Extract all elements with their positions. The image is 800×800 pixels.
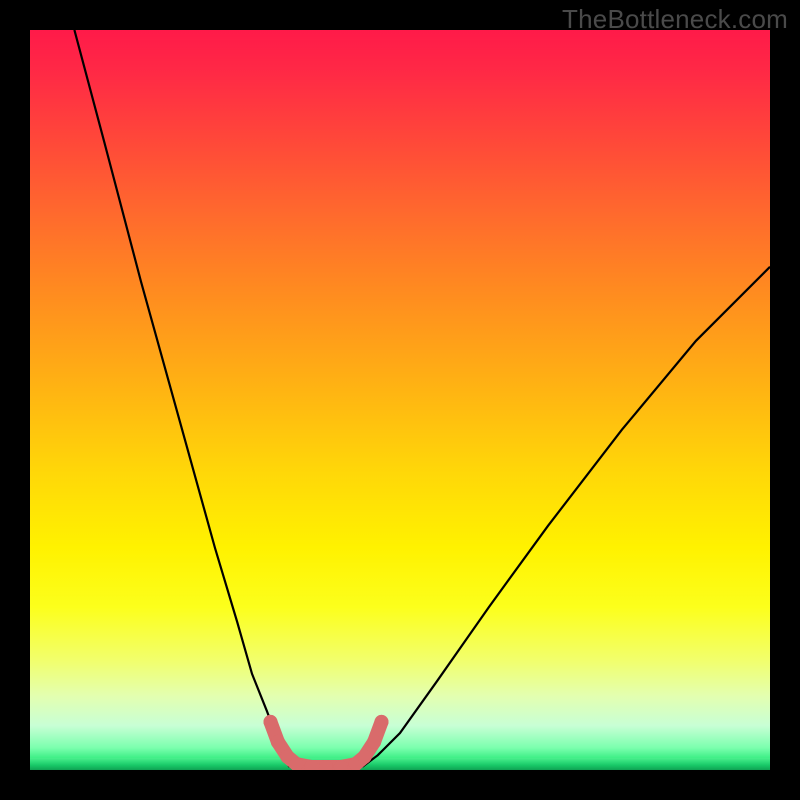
curve-layer bbox=[30, 30, 770, 770]
chart-frame: TheBottleneck.com bbox=[0, 0, 800, 800]
plot-area bbox=[30, 30, 770, 770]
bottleneck-curve bbox=[74, 30, 770, 769]
marker-dot bbox=[358, 750, 372, 764]
marker-dot bbox=[375, 715, 389, 729]
marker-dot bbox=[367, 735, 381, 749]
marker-dot bbox=[264, 715, 278, 729]
marker-dot bbox=[271, 735, 285, 749]
watermark-text: TheBottleneck.com bbox=[562, 4, 788, 35]
